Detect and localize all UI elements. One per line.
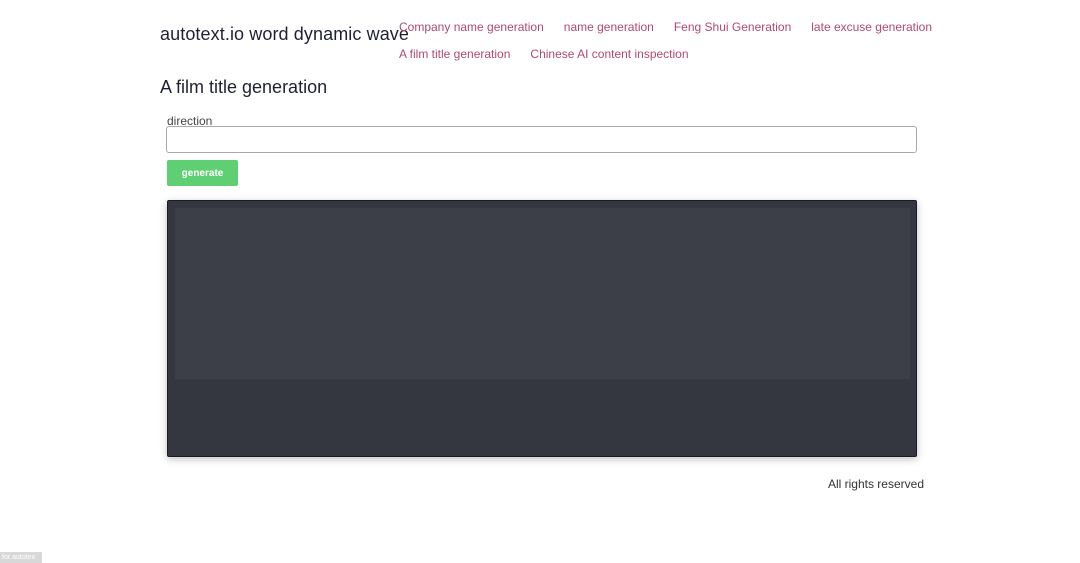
nav-link-feng-shui[interactable]: Feng Shui Generation	[674, 20, 791, 34]
output-panel	[167, 200, 917, 457]
site-brand[interactable]: autotext.io word dynamic wave	[160, 24, 409, 45]
nav-link-company-name[interactable]: Company name generation	[399, 20, 544, 34]
nav-link-late-excuse[interactable]: late excuse generation	[811, 20, 932, 34]
nav-link-film-title[interactable]: A film title generation	[399, 47, 510, 61]
nav-row-2: A film title generation Chinese AI conte…	[399, 40, 919, 67]
nav-link-chinese-ai[interactable]: Chinese AI content inspection	[530, 47, 688, 61]
nav-row-1: Company name generation name generation …	[399, 13, 932, 40]
top-nav: Company name generation name generation …	[399, 13, 932, 67]
generate-button[interactable]: generate	[167, 160, 238, 186]
direction-input[interactable]	[166, 126, 917, 153]
page: autotext.io word dynamic wave Company na…	[0, 0, 1080, 563]
corner-badge: for autotex	[0, 552, 42, 563]
nav-link-name[interactable]: name generation	[564, 20, 654, 34]
footer-copyright: All rights reserved	[827, 477, 924, 491]
page-title: A film title generation	[160, 77, 328, 97]
output-area	[175, 208, 910, 379]
